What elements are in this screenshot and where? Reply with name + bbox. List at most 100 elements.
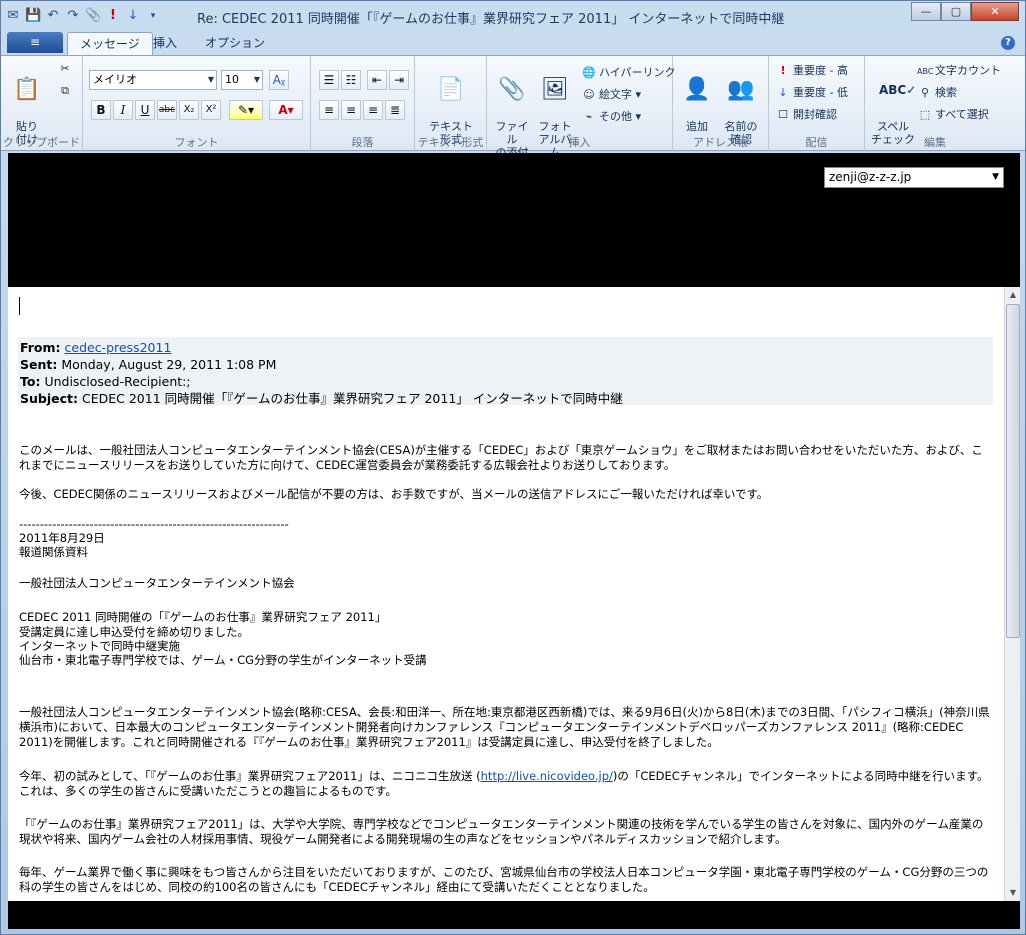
check-names-icon: 👥 <box>727 77 755 102</box>
to-label: To: <box>20 374 41 389</box>
align-center-button[interactable]: ≡ <box>341 100 361 120</box>
vertical-scrollbar[interactable]: ▲ ▼ <box>1004 287 1020 901</box>
smiley-icon: ☺ <box>583 88 595 101</box>
copy-button[interactable]: ⧉ <box>57 82 75 100</box>
tab-message[interactable]: メッセージ <box>67 32 153 55</box>
highlight-button[interactable]: ✎▾ <box>229 100 263 120</box>
font-size-select[interactable]: 10 ▼ <box>221 70 263 90</box>
from-account-value: zenji@z-z-z.jp <box>829 170 912 184</box>
hyperlink-label: ハイパーリンク <box>599 66 676 79</box>
clear-format-button[interactable]: Aᵪ <box>269 70 289 90</box>
customize-qat-icon[interactable]: ▾ <box>145 8 161 24</box>
quoted-header: From: cedec-press2011 Sent: Monday, Augu… <box>18 337 993 406</box>
add-contact-label: 追加 <box>686 120 708 133</box>
underline-button[interactable]: U <box>135 100 155 120</box>
hyperlink-button[interactable]: 🌐 ハイパーリンク <box>581 64 676 82</box>
app-icon[interactable]: ✉ <box>5 8 21 24</box>
stream-text-a: 今年、初の試みとして、「『ゲームのお仕事』業界研究フェア2011」は、ニコニコ生… <box>19 769 481 783</box>
add-contact-button[interactable]: 👤 追加 <box>679 62 715 133</box>
numbering-button[interactable]: ☷ <box>341 70 361 90</box>
redo-icon[interactable]: ↷ <box>65 8 81 24</box>
read-receipt-checkbox[interactable]: ☐ 開封確認 <box>775 106 837 124</box>
chevron-down-icon: ▼ <box>253 75 260 84</box>
help-icon[interactable]: ? <box>1001 36 1015 50</box>
close-button[interactable]: ✕ <box>971 2 1019 21</box>
increase-indent-button[interactable]: ⇥ <box>389 70 409 90</box>
bullet-list-icon: ☰ <box>323 73 335 87</box>
insert-other-button[interactable]: ⌁ その他 ▾ <box>581 108 641 126</box>
subscript-button[interactable]: X₂ <box>179 100 199 120</box>
minimize-button[interactable]: — <box>911 2 941 21</box>
scroll-up-icon[interactable]: ▲ <box>1005 287 1021 303</box>
align-right-button[interactable]: ≡ <box>363 100 383 120</box>
bold-button[interactable]: B <box>91 100 111 120</box>
clear-format-icon: Aᵪ <box>272 73 286 87</box>
find-label: 検索 <box>935 86 957 99</box>
sent-label: Sent: <box>20 357 58 372</box>
paragraph-event: 一般社団法人コンピュータエンターテインメント協会(略称:CESA、会長:和田洋一… <box>19 705 990 749</box>
ribbon-tabs: ≡ メッセージ 挿入 オプション ? <box>1 31 1025 55</box>
text-cursor <box>19 297 20 315</box>
message-header-area: zenji@z-z-z.jp ▼ <box>8 153 1020 287</box>
paragraph-sendai: 毎年、ゲーム業界で働く事に興味をもつ皆さんから注目をいただいておりますが、このた… <box>19 865 989 894</box>
maximize-button[interactable]: ▢ <box>941 2 971 21</box>
globe-link-icon: 🌐 <box>582 66 596 79</box>
word-count-label: 文字カウント <box>935 64 1001 77</box>
font-name-select[interactable]: メイリオ ▼ <box>89 70 217 90</box>
from-account-select[interactable]: zenji@z-z-z.jp ▼ <box>824 167 1004 188</box>
cut-button[interactable]: ✂ <box>57 60 75 78</box>
font-color-button[interactable]: A▾ <box>269 100 303 120</box>
align-left-icon: ≡ <box>323 103 335 117</box>
save-icon[interactable]: 💾 <box>25 8 41 24</box>
group-label-delivery: 配信 <box>805 136 828 149</box>
nicovideo-link[interactable]: http://live.nicovideo.jp/ <box>481 769 613 783</box>
emoji-button[interactable]: ☺ 絵文字 ▾ <box>581 86 641 104</box>
group-textformat: 📄 テキスト 形式 テキスト形式 <box>415 56 487 152</box>
divider-line: ----------------------------------------… <box>19 517 289 531</box>
file-menu-button[interactable]: ≡ <box>7 32 63 53</box>
paragraph-stream: 今年、初の試みとして、「『ゲームのお仕事』業界研究フェア2011」は、ニコニコ生… <box>19 769 994 799</box>
tab-insert[interactable]: 挿入 <box>141 32 189 55</box>
paragraph-fair: 「『ゲームのお仕事』業界研究フェア2011」は、大学や大学院、専門学校などでコン… <box>19 817 984 846</box>
scroll-thumb[interactable] <box>1006 304 1020 638</box>
from-link[interactable]: cedec-press2011 <box>65 340 172 355</box>
tab-options[interactable]: オプション <box>193 32 277 55</box>
undo-icon[interactable]: ↶ <box>45 8 61 24</box>
indent-icon: ⇥ <box>393 73 405 87</box>
italic-button[interactable]: I <box>113 100 133 120</box>
message-body[interactable]: From: cedec-press2011 Sent: Monday, Augu… <box>8 287 1004 901</box>
quoted-sent: Sent: Monday, August 29, 2011 1:08 PM <box>20 356 991 373</box>
document-icon: 📄 <box>437 77 465 102</box>
align-left-button[interactable]: ≡ <box>319 100 339 120</box>
headline-1: CEDEC 2011 同時開催の「『ゲームのお仕事』業界研究フェア 2011」 <box>19 610 387 624</box>
font-name-value: メイリオ <box>93 73 137 86</box>
scroll-down-icon[interactable]: ▼ <box>1005 885 1021 901</box>
other-icon: ⌁ <box>585 110 593 123</box>
justify-button[interactable]: ≣ <box>385 100 405 120</box>
select-all-label: すべて選択 <box>935 108 989 121</box>
checkbox-icon: ☐ <box>778 108 788 121</box>
group-delivery: ! 重要度 - 高 ↓ 重要度 - 低 ☐ 開封確認 配信 <box>769 56 865 152</box>
superscript-button[interactable]: X² <box>201 100 221 120</box>
subject-label: Subject: <box>20 391 78 406</box>
importance-high-label: 重要度 - 高 <box>793 64 848 77</box>
justify-icon: ≣ <box>389 103 401 117</box>
group-edit: ABC✓ スペル チェック ABC 文字カウント ⚲ 検索 ⬚ すべて選択 編集 <box>865 56 1005 152</box>
importance-high-icon[interactable]: ! <box>105 8 121 24</box>
select-all-button[interactable]: ⬚ すべて選択 <box>917 106 989 124</box>
find-button[interactable]: ⚲ 検索 <box>917 84 957 102</box>
read-receipt-label: 開封確認 <box>793 108 837 121</box>
chevron-down-icon: ▼ <box>992 172 999 182</box>
window-controls: — ▢ ✕ <box>911 2 1019 21</box>
importance-low-button[interactable]: ↓ 重要度 - 低 <box>775 84 848 102</box>
decrease-indent-button[interactable]: ⇤ <box>367 70 387 90</box>
attach-icon[interactable]: 📎 <box>85 8 101 24</box>
importance-high-button[interactable]: ! 重要度 - 高 <box>775 62 848 80</box>
importance-low-icon[interactable]: ↓ <box>125 8 141 24</box>
add-contact-icon: 👤 <box>683 77 711 102</box>
importance-low-label: 重要度 - 低 <box>793 86 848 99</box>
bullets-button[interactable]: ☰ <box>319 70 339 90</box>
strikethrough-button[interactable]: abc <box>157 100 177 120</box>
word-count-button[interactable]: ABC 文字カウント <box>917 62 1001 80</box>
group-paragraph: ☰ ☷ ⇤ ⇥ ≡ ≡ ≡ ≣ 段落 <box>311 56 415 152</box>
